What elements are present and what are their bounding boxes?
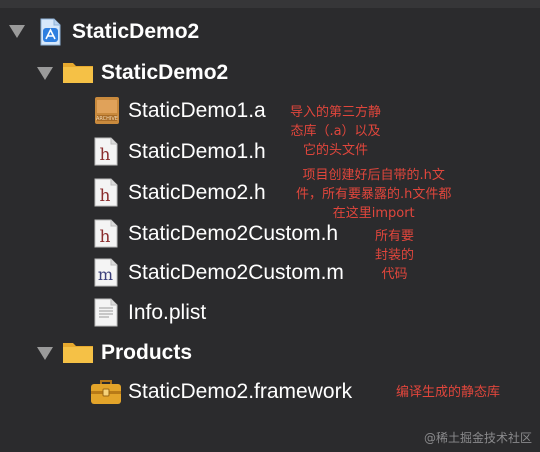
xcode-project-icon (40, 18, 61, 46)
static-library-icon: ARCHIVE (95, 97, 119, 124)
file-label: StaticDemo2.h (128, 181, 266, 204)
annotation-line: 在这里import (332, 206, 415, 221)
svg-text:h: h (100, 186, 111, 206)
annotation-line: 项目创建好后自带的.h文 (302, 168, 445, 183)
group-row-products[interactable]: Products (0, 335, 540, 369)
project-label: StaticDemo2 (72, 20, 200, 43)
svg-text:ARCHIVE: ARCHIVE (96, 116, 118, 122)
annotation-line: 导入的第三方静 (290, 105, 382, 120)
annotation-line: 态库（.a）以及 (290, 124, 381, 139)
file-row-staticdemo2custom-h[interactable]: h StaticDemo2Custom.h (0, 216, 540, 250)
annotation-headers: 项目创建好后自带的.h文 件，所有要暴露的.h文件都 在这里import (296, 166, 451, 223)
group-label: StaticDemo2 (101, 61, 229, 84)
file-label: StaticDemo1.a (128, 99, 266, 122)
svg-text:h: h (100, 145, 111, 165)
annotation-line: 件，所有要暴露的.h文件都 (296, 187, 452, 202)
annotation-line: 封装的 (375, 248, 415, 263)
disclosure-triangle-icon[interactable] (37, 67, 53, 80)
project-row[interactable]: StaticDemo2 (0, 14, 540, 48)
file-label: Info.plist (128, 301, 207, 324)
disclosure-triangle-icon[interactable] (37, 347, 53, 360)
header-file-icon: h (94, 219, 118, 248)
svg-text:h: h (100, 227, 111, 247)
file-row-info-plist[interactable]: Info.plist (0, 295, 540, 329)
svg-text:m: m (98, 265, 113, 284)
file-label: StaticDemo2Custom.m (128, 261, 344, 284)
annotation-line: 代码 (381, 267, 408, 282)
folder-icon (63, 63, 93, 83)
plist-file-icon (94, 298, 118, 327)
file-row-staticdemo2-h[interactable]: h StaticDemo2.h (0, 175, 540, 209)
header-file-icon: h (94, 178, 118, 207)
framework-toolbox-icon (91, 380, 121, 404)
annotation-static-library: 导入的第三方静 态库（.a）以及 它的头文件 (290, 103, 381, 160)
group-row-staticdemo2[interactable]: StaticDemo2 (0, 55, 540, 89)
objc-source-file-icon: m (94, 258, 118, 287)
annotation-product: 编译生成的静态库 (396, 385, 501, 400)
annotation-line: 所有要 (375, 229, 415, 244)
file-row-staticdemo1-a[interactable]: ARCHIVE StaticDemo1.a (0, 93, 540, 127)
product-label: StaticDemo2.framework (128, 380, 353, 403)
file-row-staticdemo1-h[interactable]: h StaticDemo1.h (0, 134, 540, 168)
file-row-staticdemo2custom-m[interactable]: m StaticDemo2Custom.m (0, 255, 540, 289)
annotation-source-code: 所有要 封装的 代码 (375, 227, 414, 284)
disclosure-triangle-icon[interactable] (9, 25, 25, 38)
navigator-top-bar (0, 0, 540, 8)
watermark: @稀土掘金技术社区 (423, 431, 532, 445)
file-label: StaticDemo2Custom.h (128, 222, 339, 245)
group-label: Products (101, 341, 193, 364)
header-file-icon: h (94, 137, 118, 166)
annotation-line: 它的头文件 (303, 143, 369, 158)
file-label: StaticDemo1.h (128, 140, 266, 163)
folder-icon (63, 343, 93, 363)
